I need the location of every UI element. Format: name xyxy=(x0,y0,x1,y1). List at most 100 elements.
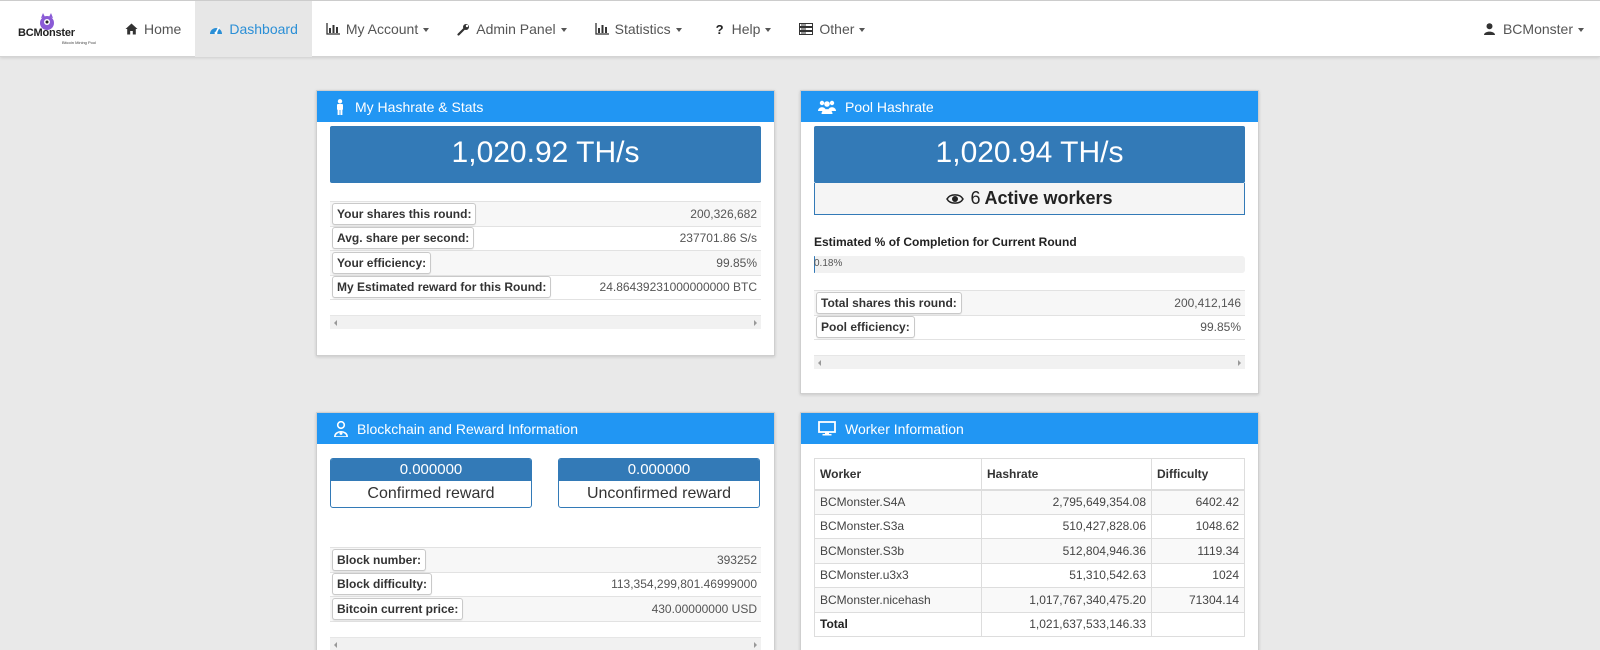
question-icon: ? xyxy=(715,21,724,37)
stat-label: Avg. share per second: xyxy=(332,227,475,250)
stat-row: My Estimated reward for this Round: 24.86… xyxy=(330,274,761,300)
stat-row: Your shares this round: 200,326,682 xyxy=(330,201,761,226)
eye-icon xyxy=(946,193,965,204)
monitor-icon xyxy=(818,421,836,436)
panel-heading: Pool Hashrate xyxy=(801,91,1258,122)
chevron-down-icon xyxy=(859,28,866,32)
confirmed-reward-box: 0.000000 Confirmed reward xyxy=(330,458,532,508)
users-icon xyxy=(818,100,836,114)
stat-row: Bitcoin current price: 430.00000000 USD xyxy=(330,596,761,622)
worker-difficulty: 6402.42 xyxy=(1151,489,1245,515)
active-workers-label: Active workers xyxy=(984,188,1113,208)
worker-name: BCMonster.S3b xyxy=(814,538,982,564)
nav-home-label: Home xyxy=(144,21,182,37)
nav-statistics[interactable]: Statistics xyxy=(581,1,696,57)
nav-help-label: Help xyxy=(731,21,761,37)
scroll-right-icon[interactable] xyxy=(1238,360,1241,366)
worker-name: BCMonster.S3a xyxy=(814,513,982,539)
scroll-right-icon[interactable] xyxy=(754,320,757,326)
bar-chart-icon xyxy=(326,23,340,35)
table-header-row: Worker Hashrate Difficulty xyxy=(814,458,1245,491)
worker-difficulty: 1048.62 xyxy=(1151,513,1245,539)
nav-statistics-label: Statistics xyxy=(614,21,671,37)
nav-admin-panel-label: Admin Panel xyxy=(476,21,556,37)
worker-name: BCMonster.u3x3 xyxy=(814,562,982,588)
chevron-down-icon xyxy=(765,28,772,32)
active-workers-count: 6 xyxy=(970,188,981,208)
stat-label: Block difficulty: xyxy=(332,573,433,596)
stat-row: Pool efficiency: 99.85% xyxy=(814,314,1245,340)
stat-label: Pool efficiency: xyxy=(816,316,915,339)
panel-title: Pool Hashrate xyxy=(845,98,934,115)
table-row: BCMonster.S3b 512,804,946.36 1119.34 xyxy=(814,538,1245,564)
unconfirmed-reward-value: 0.000000 xyxy=(559,459,759,481)
stat-row: Block difficulty: 113,354,299,801.4699900… xyxy=(330,571,761,597)
completion-progress-bar: 0.18% xyxy=(814,256,1245,273)
scroll-left-icon[interactable] xyxy=(334,641,337,648)
table-total-row: Total 1,021,637,533,146.33 xyxy=(814,611,1245,637)
user-md-icon xyxy=(334,420,348,437)
completion-percent: 0.18% xyxy=(814,258,843,269)
worker-hashrate: 2,795,649,354.08 xyxy=(981,489,1152,515)
blockchain-table: Block number: 393252 Block difficulty: 113… xyxy=(330,547,761,622)
person-icon xyxy=(337,98,343,115)
confirmed-reward-label: Confirmed reward xyxy=(367,485,495,502)
user-icon xyxy=(1483,23,1495,35)
worker-table: Worker Hashrate Difficulty BCMonster.S4A… xyxy=(814,458,1245,637)
worker-difficulty: 1024 xyxy=(1151,562,1245,588)
worker-difficulty: 1119.34 xyxy=(1151,538,1245,564)
nav-my-account[interactable]: My Account xyxy=(312,1,443,57)
worker-info-panel: Worker Information Worker Hashrate Diffi… xyxy=(800,412,1259,650)
nav-home[interactable]: Home xyxy=(111,1,195,57)
scroll-right-icon[interactable] xyxy=(754,641,757,648)
worker-hashrate: 1,017,767,340,475.20 xyxy=(981,587,1152,613)
blockchain-panel: Blockchain and Reward Information 0.0000… xyxy=(316,412,775,650)
logo-brand: BCMonster xyxy=(18,27,75,39)
unconfirmed-reward-label: Unconfirmed reward xyxy=(586,485,732,502)
unconfirmed-reward-box: 0.000000 Unconfirmed reward xyxy=(558,458,760,508)
panel-title: Blockchain and Reward Information xyxy=(357,420,579,437)
worker-name: BCMonster.nicehash xyxy=(814,587,982,613)
scroll-left-icon[interactable] xyxy=(818,360,821,366)
column-header-difficulty[interactable]: Difficulty xyxy=(1151,458,1245,491)
stat-row: Your efficiency: 99.85% xyxy=(330,250,761,275)
horizontal-scrollbar[interactable] xyxy=(814,355,1245,369)
nav-other[interactable]: Other xyxy=(785,1,879,57)
column-header-hashrate[interactable]: Hashrate xyxy=(981,458,1152,491)
total-difficulty xyxy=(1151,611,1245,637)
worker-hashrate: 51,310,542.63 xyxy=(981,562,1152,588)
my-stats-table: Your shares this round: 200,326,682 Avg. … xyxy=(330,201,761,300)
scroll-left-icon[interactable] xyxy=(334,320,337,326)
horizontal-scrollbar[interactable] xyxy=(330,315,761,329)
worker-difficulty: 71304.14 xyxy=(1151,587,1245,613)
nav-dashboard[interactable]: Dashboard xyxy=(195,1,312,57)
worker-hashrate: 512,804,946.36 xyxy=(981,538,1152,564)
home-icon xyxy=(125,23,138,35)
nav-help[interactable]: ? Help xyxy=(696,1,786,57)
horizontal-scrollbar[interactable] xyxy=(330,636,761,650)
table-row: BCMonster.u3x3 51,310,542.63 1024 xyxy=(814,562,1245,588)
bcmonster-logo[interactable]: BCMonster Bitcoin Mining Pool xyxy=(16,11,96,47)
stat-value: 430.00000000 USD xyxy=(532,596,761,622)
panel-heading: Blockchain and Reward Information xyxy=(317,413,774,444)
active-workers-box: 6 Active workers xyxy=(814,183,1245,215)
stat-value: 99.85% xyxy=(579,250,761,275)
total-label: Total xyxy=(814,611,982,637)
worker-name: BCMonster.S4A xyxy=(814,489,982,515)
user-menu[interactable]: BCMonster xyxy=(1483,1,1584,57)
total-hashrate: 1,021,637,533,146.33 xyxy=(981,611,1152,637)
stat-label: Your efficiency: xyxy=(332,251,432,274)
panel-heading: My Hashrate & Stats xyxy=(317,91,774,122)
worker-hashrate: 510,427,828.06 xyxy=(981,513,1152,539)
nav-dashboard-label: Dashboard xyxy=(229,21,298,37)
nav-admin-panel[interactable]: Admin Panel xyxy=(443,1,580,57)
bar-chart-icon xyxy=(594,23,609,35)
chevron-down-icon xyxy=(675,28,682,32)
stat-label: Your shares this round: xyxy=(332,202,477,225)
user-menu-label: BCMonster xyxy=(1502,21,1573,37)
column-header-worker[interactable]: Worker xyxy=(814,458,982,491)
wrench-icon xyxy=(457,23,470,36)
table-row: BCMonster.S3a 510,427,828.06 1048.62 xyxy=(814,513,1245,539)
completion-label: Estimated % of Completion for Current Ro… xyxy=(814,235,1077,249)
chevron-down-icon xyxy=(423,28,430,32)
